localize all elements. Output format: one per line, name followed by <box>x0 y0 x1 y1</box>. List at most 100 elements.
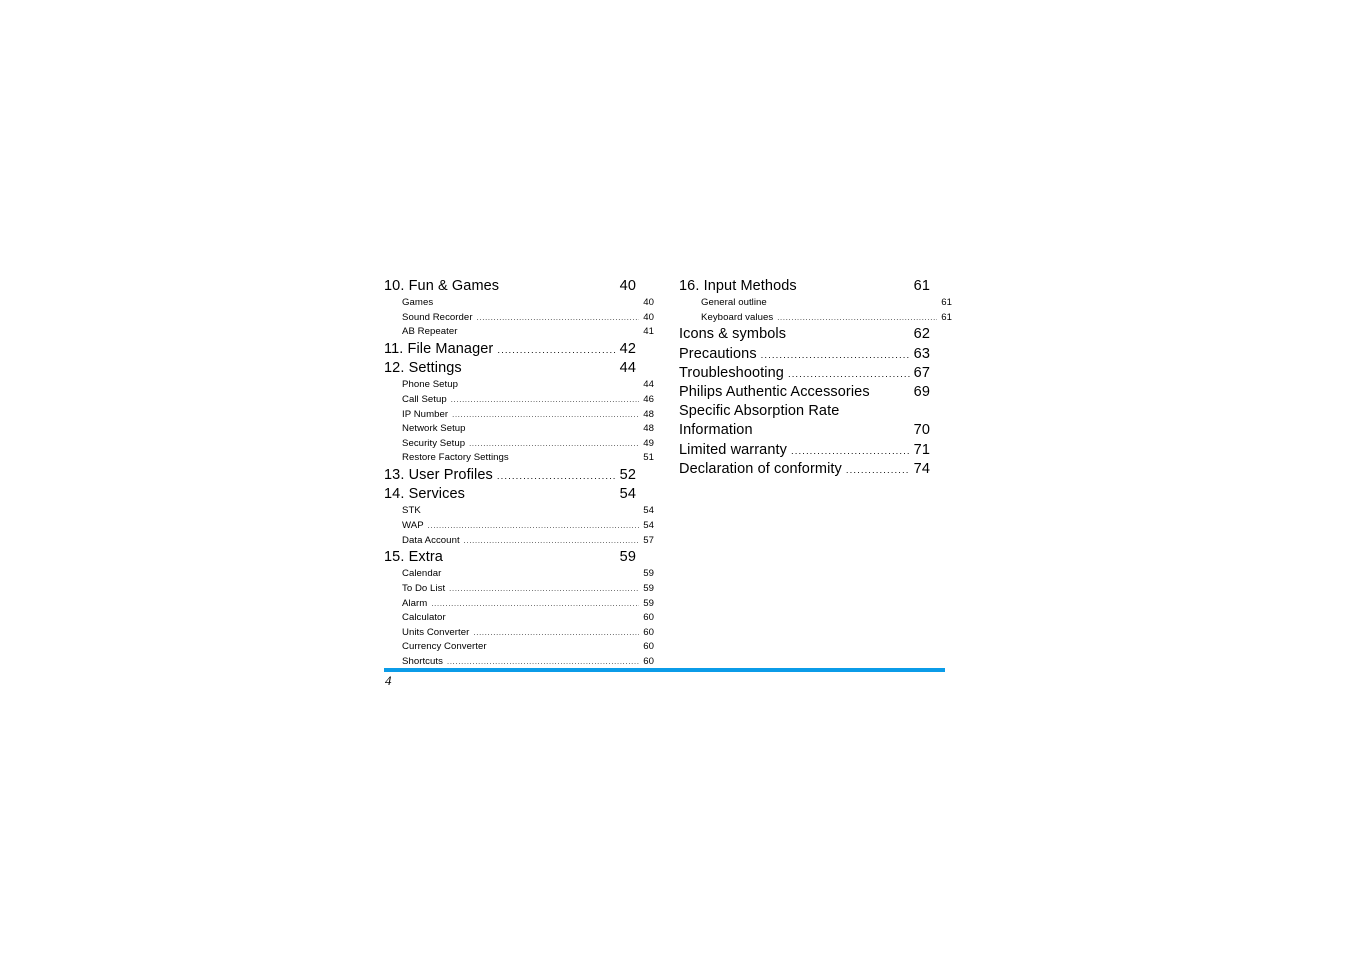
toc-entry-label: 12. Settings <box>384 360 462 377</box>
toc-entry-label: Currency Converter <box>402 641 487 653</box>
toc-entry-page-number: 52 <box>619 466 636 483</box>
toc-leader-dots <box>445 575 639 576</box>
toc-entry[interactable]: 12. Settings 44 <box>384 359 636 378</box>
toc-leader-dots <box>449 590 639 591</box>
toc-entry[interactable]: 11. File Manager 42 <box>384 340 636 359</box>
toc-entry[interactable]: Units Converter 60 <box>384 626 654 641</box>
page-number: 4 <box>385 673 392 688</box>
toc-entry-page-number: 54 <box>643 505 654 517</box>
toc-entry[interactable]: Information 70 <box>679 421 930 440</box>
toc-entry-label: 11. File Manager <box>384 340 494 357</box>
toc-entry-page-number: 44 <box>643 379 654 391</box>
toc-entry[interactable]: 14. Services 54 <box>384 485 636 504</box>
toc-entry[interactable]: Security Setup 49 <box>384 437 654 452</box>
toc-entry[interactable]: Calendar 59 <box>384 567 654 582</box>
toc-entry-label: Phone Setup <box>402 379 459 391</box>
toc-entry-page-number: 61 <box>913 278 930 294</box>
toc-entry-page-number: 54 <box>643 519 654 531</box>
toc-entry-label: Information <box>679 422 753 439</box>
toc-leader-dots <box>761 357 910 358</box>
toc-leader-dots <box>462 386 639 387</box>
toc-entry[interactable]: Troubleshooting 67 <box>679 364 930 383</box>
toc-leader-dots <box>757 433 910 434</box>
toc-entry[interactable]: Keyboard values 61 <box>679 311 952 326</box>
toc-entry[interactable]: Network Setup 48 <box>384 422 654 437</box>
toc-entry[interactable]: Call Setup 46 <box>384 393 654 408</box>
toc-entry-page-number: 40 <box>619 278 636 294</box>
toc-entry-page-number: 70 <box>913 422 930 439</box>
toc-entry-page-number: 51 <box>643 452 654 464</box>
toc-entry-label: Games <box>402 297 434 309</box>
toc-column-right: 16. Input Methods61General outline61Keyb… <box>679 277 952 479</box>
toc-entry[interactable]: Declaration of conformity 74 <box>679 460 930 479</box>
toc-entry-page-number: 69 <box>913 384 930 400</box>
toc-entry-page-number: 59 <box>619 549 636 566</box>
toc-entry[interactable]: 13. User Profiles 52 <box>384 466 636 485</box>
toc-entry-label: STK <box>402 505 421 517</box>
toc-entry-page-number: 74 <box>913 460 930 477</box>
toc-entry-page-number: 40 <box>643 311 654 323</box>
toc-entry-page-number: 44 <box>619 360 636 377</box>
toc-leader-dots <box>801 289 910 290</box>
toc-entry[interactable]: General outline 61 <box>679 296 952 311</box>
footer-rule <box>384 668 945 672</box>
toc-entry-label: 13. User Profiles <box>384 466 493 483</box>
toc-entry[interactable]: Limited warranty 71 <box>679 441 930 460</box>
toc-entry-label: Philips Authentic Accessories <box>679 384 870 400</box>
toc-leader-dots <box>790 337 910 338</box>
toc-leader-dots <box>777 319 937 320</box>
toc-entry[interactable]: 10. Fun & Games 40 <box>384 277 636 296</box>
toc-entry-page-number: 59 <box>643 597 654 609</box>
toc-entry[interactable]: Icons & symbols 62 <box>679 325 930 344</box>
toc-entry[interactable]: AB Repeater 41 <box>384 325 654 340</box>
toc-entry-page-number: 60 <box>643 641 654 653</box>
toc-leader-dots <box>469 497 616 498</box>
toc-entry-page-number: 57 <box>643 534 654 546</box>
toc-entry[interactable]: Restore Factory Settings 51 <box>384 451 654 466</box>
toc-column-left: 10. Fun & Games 40 Games 40 Sound Recorder 40… <box>384 277 654 670</box>
toc-entry[interactable]: To Do List 59 <box>384 582 654 597</box>
toc-leader-dots <box>497 352 616 353</box>
toc-entry[interactable]: Alarm 59 <box>384 597 654 612</box>
toc-entry-page-number: 49 <box>643 437 654 449</box>
toc-entry-label: Security Setup <box>402 437 466 449</box>
toc-entry-label: Call Setup <box>402 393 447 405</box>
toc-entry-label: Keyboard values <box>701 311 774 323</box>
toc-entry[interactable]: Data Account 57 <box>384 534 654 549</box>
toc-entry[interactable]: WAP 54 <box>384 519 654 534</box>
toc-entry-label: Troubleshooting <box>679 364 784 381</box>
toc-leader-dots <box>503 289 616 290</box>
toc-entry[interactable]: Philips Authentic Accessories 69 <box>679 383 930 402</box>
toc-entry[interactable]: Precautions 63 <box>679 345 930 364</box>
toc-entry-page-number: 60 <box>643 626 654 638</box>
toc-entry[interactable]: Phone Setup 44 <box>384 378 654 393</box>
toc-leader-dots <box>874 395 910 396</box>
toc-leader-dots <box>425 512 639 513</box>
toc-entry[interactable]: Games 40 <box>384 296 654 311</box>
toc-entry[interactable]: 15. Extra 59 <box>384 548 636 567</box>
toc-leader-dots <box>846 472 910 473</box>
toc-entry-label: To Do List <box>402 582 446 594</box>
toc-entry-page-number: 48 <box>643 423 654 435</box>
toc-entry[interactable]: IP Number 48 <box>384 408 654 423</box>
toc-entry[interactable]: STK 54 <box>384 504 654 519</box>
toc-entry-label: Specific Absorption Rate <box>679 403 840 420</box>
toc-leader-dots <box>452 416 639 417</box>
toc-entry[interactable]: Specific Absorption Rate <box>679 402 930 421</box>
toc-leader-dots <box>450 619 639 620</box>
toc-entry[interactable]: Calculator 60 <box>384 611 654 626</box>
toc-entry[interactable]: Sound Recorder 40 <box>384 311 654 326</box>
toc-entry-page-number: 61 <box>941 311 952 323</box>
toc-entry-page-number: 60 <box>643 612 654 624</box>
toc-entry-label: Alarm <box>402 597 428 609</box>
toc-leader-dots <box>788 376 910 377</box>
toc-leader-dots <box>466 371 616 372</box>
toc-entry-label: 16. Input Methods <box>679 278 797 294</box>
toc-leader-dots <box>791 453 910 454</box>
toc-entry[interactable]: Currency Converter 60 <box>384 640 654 655</box>
toc-entry-label: 14. Services <box>384 486 465 503</box>
toc-entry-label: Precautions <box>679 345 757 362</box>
toc-entry[interactable]: 16. Input Methods 61 <box>679 277 930 296</box>
toc-entry-page-number: 40 <box>643 297 654 309</box>
toc-leader-dots <box>491 648 639 649</box>
